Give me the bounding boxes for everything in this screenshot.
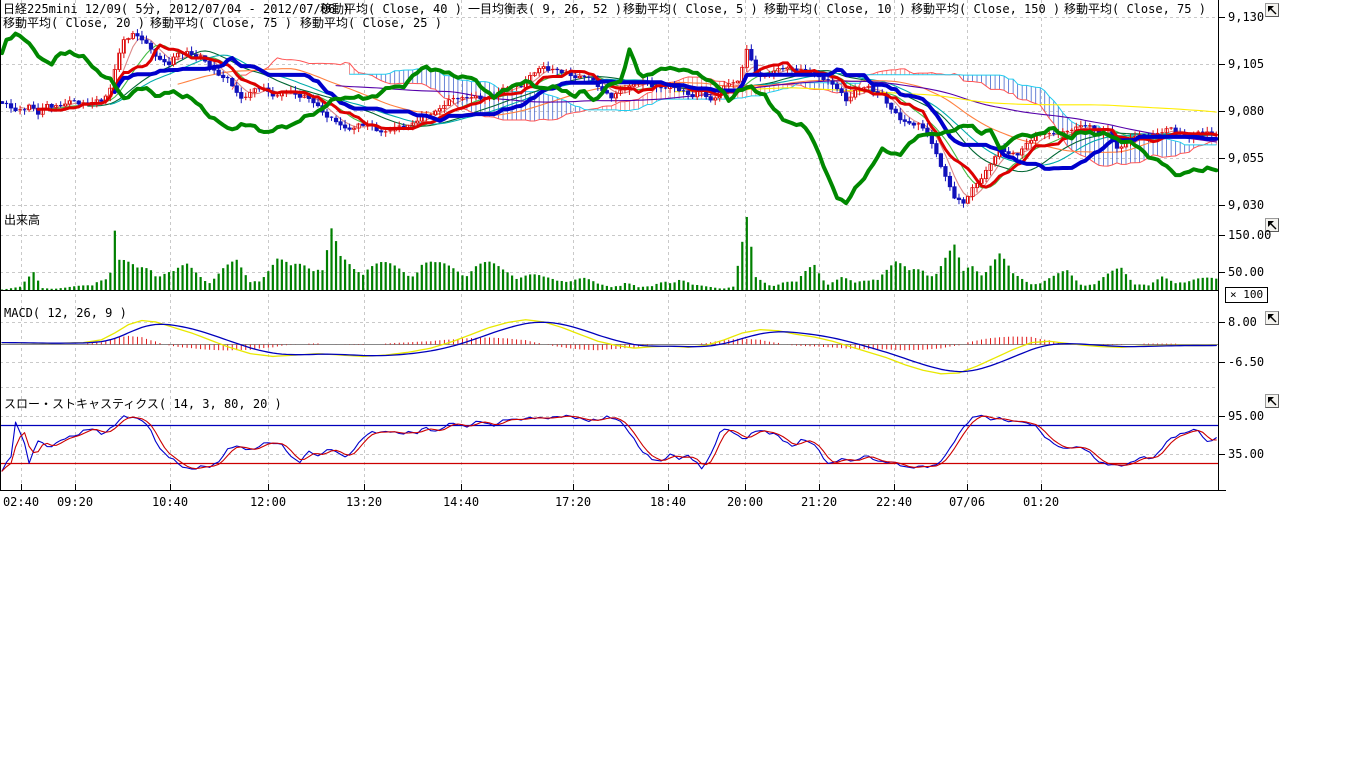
macd-panel-restore-button[interactable]: [1265, 311, 1279, 325]
chart-application-window: 日経225mini 12/09( 5分, 2012/07/04 - 2012/0…: [0, 0, 1366, 768]
y-axis-label-macd: 8.00: [1228, 316, 1257, 329]
diagonal-arrow-up-left-icon: [1267, 313, 1278, 324]
legend-item: 日経225mini 12/09( 5分, 2012/07/04 - 2012/0…: [3, 2, 350, 16]
x-axis-label: 02:40: [3, 496, 39, 509]
legend-item: 移動平均( Close, 150 ): [911, 2, 1060, 16]
x-axis-label: 10:40: [152, 496, 188, 509]
x-axis-label: 01:20: [1023, 496, 1059, 509]
y-axis-label-main: 9,055: [1228, 152, 1264, 165]
legend-item: 移動平均( Close, 10 ): [764, 2, 906, 16]
y-axis-label-macd: -6.50: [1228, 356, 1264, 369]
diagonal-arrow-up-left-icon: [1267, 5, 1278, 16]
x-axis-label: 07/06: [949, 496, 985, 509]
legend-item: 移動平均( Close, 75 ): [150, 16, 292, 30]
y-axis-label-volume: 150.00: [1228, 229, 1271, 242]
x-axis-label: 21:20: [801, 496, 837, 509]
legend-item: 移動平均( Close, 75 ): [1064, 2, 1206, 16]
legend-item: 一目均衡表( 9, 26, 52 ): [468, 2, 622, 16]
legend-item: 移動平均( Close, 5 ): [623, 2, 758, 16]
x-axis-label: 17:20: [555, 496, 591, 509]
y-axis-label-volume: 50.00: [1228, 266, 1264, 279]
y-axis-label-main: 9,105: [1228, 58, 1264, 71]
stochastics-panel-label: スロー・ストキャスティクス( 14, 3, 80, 20 ): [4, 397, 282, 411]
y-axis-label-main: 9,130: [1228, 11, 1264, 24]
chart-canvas: [0, 0, 1366, 520]
legend-item: 移動平均( Close, 20 ): [3, 16, 145, 30]
main-panel-restore-button[interactable]: [1265, 3, 1279, 17]
macd-panel-label: MACD( 12, 26, 9 ): [4, 306, 127, 320]
x-axis-label: 18:40: [650, 496, 686, 509]
x-axis-label: 14:40: [443, 496, 479, 509]
x-axis-label: 22:40: [876, 496, 912, 509]
x-axis-label: 12:00: [250, 496, 286, 509]
y-axis-label-stoch: 95.00: [1228, 410, 1264, 423]
diagonal-arrow-up-left-icon: [1267, 396, 1278, 407]
y-axis-label-stoch: 35.00: [1228, 448, 1264, 461]
y-axis-label-main: 9,080: [1228, 105, 1264, 118]
volume-panel-label: 出来高: [4, 213, 40, 227]
y-axis-label-main: 9,030: [1228, 199, 1264, 212]
x-axis-label: 13:20: [346, 496, 382, 509]
legend-item: 移動平均( Close, 40 ): [320, 2, 462, 16]
stochastics-panel-restore-button[interactable]: [1265, 394, 1279, 408]
legend-item: 移動平均( Close, 25 ): [300, 16, 442, 30]
volume-multiplier-badge: × 100: [1225, 287, 1268, 303]
x-axis-label: 09:20: [57, 496, 93, 509]
x-axis-label: 20:00: [727, 496, 763, 509]
